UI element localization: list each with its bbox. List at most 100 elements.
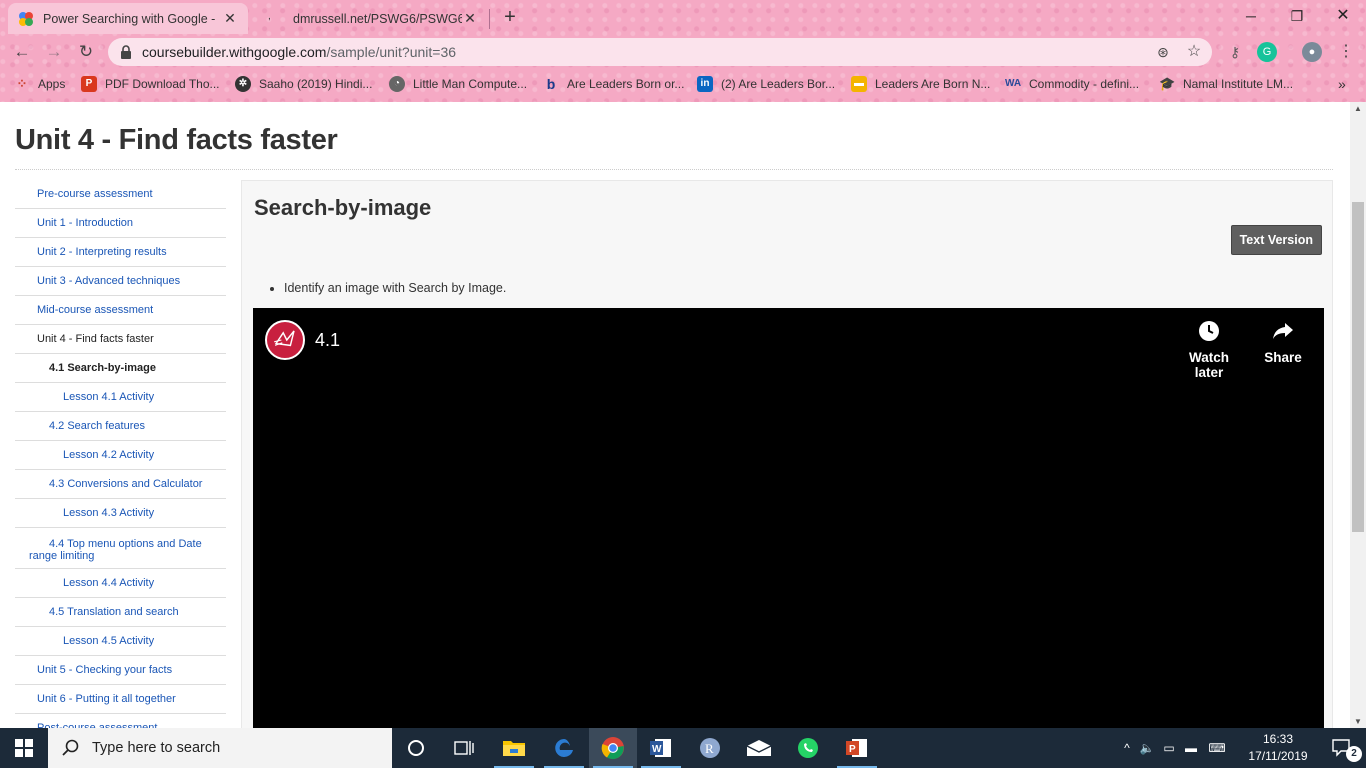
file-explorer-icon[interactable]	[490, 728, 538, 768]
windows-logo-icon	[15, 739, 33, 757]
lesson-title: Search-by-image	[254, 195, 432, 220]
extension-key-icon[interactable]: ⚷	[1225, 42, 1245, 62]
scroll-down-arrow-icon[interactable]: ▼	[1350, 717, 1366, 726]
bookmark-leaders-bing[interactable]: b Are Leaders Born or...	[543, 76, 685, 92]
sidebar-item-unit-3[interactable]: Unit 3 - Advanced techniques	[15, 267, 226, 296]
bookmark-saaho[interactable]: ✲ Saaho (2019) Hindi...	[235, 76, 372, 92]
search-icon	[62, 739, 79, 756]
lesson-content: Search-by-image Text Version Identify an…	[241, 180, 1333, 728]
bookmark-star-icon[interactable]: ☆	[1184, 42, 1204, 62]
address-bar[interactable]: coursebuilder.withgoogle.com/sample/unit…	[108, 38, 1212, 66]
system-clock[interactable]: 16:33 17/11/2019	[1244, 731, 1312, 765]
translate-blocked-icon[interactable]: ⊛	[1153, 42, 1173, 62]
course-sidebar: Pre-course assessment Unit 1 - Introduct…	[15, 180, 226, 728]
bookmarks-bar: ⁘ Apps P PDF Download Tho... ✲ Saaho (20…	[0, 70, 1366, 98]
globe-icon: ◔	[389, 76, 405, 92]
back-button[interactable]: ←	[10, 40, 34, 64]
network-icon[interactable]: ▭	[1158, 741, 1180, 755]
new-tab-button[interactable]: +	[500, 6, 520, 29]
google-course-favicon-icon	[19, 11, 33, 26]
reload-button[interactable]: ↻	[74, 40, 98, 64]
page-scrollbar[interactable]: ▲ ▼	[1350, 102, 1366, 728]
objective-item: Identify an image with Search by Image.	[284, 281, 506, 295]
sidebar-item-4-2[interactable]: 4.2 Search features	[15, 412, 226, 441]
bookmark-leaders-born[interactable]: ▬ Leaders Are Born N...	[851, 76, 990, 92]
bookmark-leaders-linkedin[interactable]: in (2) Are Leaders Bor...	[697, 76, 835, 92]
bookmark-little-man[interactable]: ◔ Little Man Compute...	[389, 76, 527, 92]
taskbar-search-box[interactable]: Type here to search	[48, 728, 392, 768]
minimize-button[interactable]: ─	[1228, 4, 1274, 28]
svg-text:R: R	[705, 741, 714, 756]
show-hidden-icons-icon[interactable]: ^	[1118, 741, 1136, 755]
bookmark-commodity[interactable]: WA Commodity - defini...	[1005, 76, 1139, 92]
bookmark-label: PDF Download Tho...	[105, 77, 220, 91]
sidebar-item-unit-4[interactable]: Unit 4 - Find facts faster	[15, 325, 226, 354]
page-title: Unit 4 - Find facts faster	[15, 124, 338, 156]
bookmark-apps[interactable]: ⁘ Apps	[14, 76, 66, 92]
bookmarks-overflow-button[interactable]: »	[1338, 76, 1346, 92]
sidebar-item-4-4[interactable]: 4.4 Top menu options and Date range limi…	[15, 528, 226, 569]
sidebar-item-post-course[interactable]: Post-course assessment	[15, 714, 226, 728]
clock-icon	[1199, 321, 1219, 341]
r-icon[interactable]: R	[686, 728, 734, 768]
scrollbar-thumb[interactable]	[1352, 202, 1364, 532]
overflow-chevron-icon: »	[1338, 76, 1346, 92]
sidebar-item-unit-5[interactable]: Unit 5 - Checking your facts	[15, 656, 226, 685]
graduation-cap-icon: 🎓	[1159, 76, 1176, 91]
cortana-icon[interactable]	[392, 728, 440, 768]
close-window-button[interactable]: ✕	[1320, 4, 1366, 28]
menu-kebab-icon[interactable]: ⋮	[1336, 42, 1356, 62]
forward-button[interactable]: →	[42, 40, 66, 64]
sidebar-item-pre-course[interactable]: Pre-course assessment	[15, 180, 226, 209]
course-page: Unit 4 - Find facts faster Pre-course as…	[0, 102, 1350, 728]
start-button[interactable]	[0, 728, 48, 768]
sidebar-item-4-5[interactable]: 4.5 Translation and search	[15, 598, 226, 627]
sidebar-item-lesson-4-3-activity[interactable]: Lesson 4.3 Activity	[15, 499, 226, 528]
keyboard-icon[interactable]: ⌨	[1202, 741, 1232, 755]
battery-icon[interactable]: ▬	[1180, 741, 1202, 755]
tab-close-icon[interactable]: ✕	[222, 10, 238, 27]
sidebar-item-lesson-4-5-activity[interactable]: Lesson 4.5 Activity	[15, 627, 226, 656]
sidebar-item-4-3[interactable]: 4.3 Conversions and Calculator	[15, 470, 226, 499]
task-view-icon[interactable]	[440, 728, 488, 768]
watch-later-button[interactable]: Watch later	[1173, 320, 1245, 380]
clock-date: 17/11/2019	[1248, 749, 1308, 763]
restore-button[interactable]: ❐	[1274, 4, 1320, 28]
channel-logo-icon[interactable]	[265, 320, 305, 360]
toolbar: ← → ↻ coursebuilder.withgoogle.com/sampl…	[0, 34, 1366, 70]
tab-strip: Power Searching with Google - ✕ , dmruss…	[0, 0, 1366, 34]
video-title[interactable]: 4.1	[315, 330, 340, 351]
sidebar-item-unit-1[interactable]: Unit 1 - Introduction	[15, 209, 226, 238]
sidebar-item-mid-course[interactable]: Mid-course assessment	[15, 296, 226, 325]
mail-icon[interactable]	[735, 728, 783, 768]
grammarly-icon[interactable]: G	[1257, 42, 1277, 62]
whatsapp-icon[interactable]	[784, 728, 832, 768]
tab-close-icon[interactable]: ✕	[462, 10, 478, 27]
share-button[interactable]: Share	[1261, 320, 1305, 365]
tab-power-searching[interactable]: Power Searching with Google - ✕	[8, 3, 248, 34]
sidebar-item-lesson-4-2-activity[interactable]: Lesson 4.2 Activity	[15, 441, 226, 470]
sidebar-item-unit-6[interactable]: Unit 6 - Putting it all together	[15, 685, 226, 714]
sidebar-item-lesson-4-4-activity[interactable]: Lesson 4.4 Activity	[15, 569, 226, 598]
tab-dmrussell[interactable]: , dmrussell.net/PSWG6/PSWG6_4. ✕	[258, 3, 488, 34]
text-version-button[interactable]: Text Version	[1230, 225, 1322, 255]
chrome-icon[interactable]	[589, 728, 637, 768]
powerpoint-icon[interactable]: P	[833, 728, 881, 768]
scroll-up-arrow-icon[interactable]: ▲	[1350, 104, 1366, 113]
bookmark-label: Commodity - defini...	[1029, 77, 1140, 91]
profile-avatar[interactable]: ●	[1302, 42, 1322, 62]
video-player[interactable]: 4.1 Watch later Share	[253, 308, 1324, 728]
edge-icon[interactable]	[540, 728, 588, 768]
action-center-button[interactable]: 2	[1318, 728, 1366, 768]
svg-text:W: W	[652, 744, 662, 755]
sidebar-item-unit-2[interactable]: Unit 2 - Interpreting results	[15, 238, 226, 267]
volume-icon[interactable]: 🔈	[1136, 741, 1158, 755]
sidebar-item-4-1[interactable]: 4.1 Search-by-image	[15, 354, 226, 383]
bookmark-namal[interactable]: 🎓 Namal Institute LM...	[1159, 76, 1293, 92]
bookmark-label: Saaho (2019) Hindi...	[259, 77, 373, 91]
word-icon[interactable]: W	[637, 728, 685, 768]
bookmark-pdf[interactable]: P PDF Download Tho...	[81, 76, 220, 92]
tab-title: Power Searching with Google -	[43, 11, 216, 26]
objectives-list: Identify an image with Search by Image.	[268, 281, 506, 295]
sidebar-item-lesson-4-1-activity[interactable]: Lesson 4.1 Activity	[15, 383, 226, 412]
